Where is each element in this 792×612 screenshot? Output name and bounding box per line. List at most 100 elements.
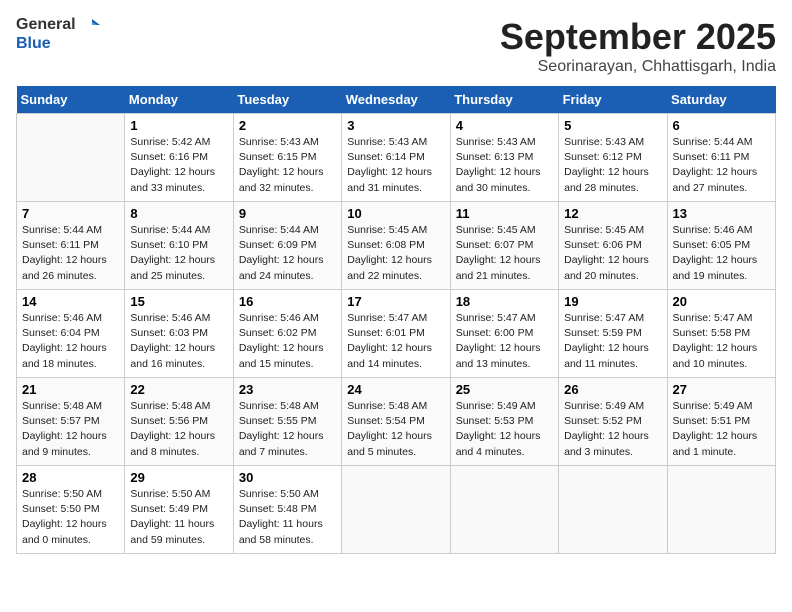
calendar-cell [450,466,558,554]
weekday-header-tuesday: Tuesday [233,86,341,114]
day-number: 3 [347,118,444,133]
day-number: 4 [456,118,553,133]
day-number: 10 [347,206,444,221]
weekday-header-sunday: Sunday [17,86,125,114]
day-detail: Sunrise: 5:50 AMSunset: 5:48 PMDaylight:… [239,488,323,546]
calendar-cell: 4 Sunrise: 5:43 AMSunset: 6:13 PMDayligh… [450,114,558,202]
calendar-cell: 19 Sunrise: 5:47 AMSunset: 5:59 PMDaylig… [559,290,667,378]
day-detail: Sunrise: 5:50 AMSunset: 5:50 PMDaylight:… [22,488,107,546]
calendar-cell: 10 Sunrise: 5:45 AMSunset: 6:08 PMDaylig… [342,202,450,290]
day-detail: Sunrise: 5:46 AMSunset: 6:03 PMDaylight:… [130,312,215,370]
day-detail: Sunrise: 5:44 AMSunset: 6:11 PMDaylight:… [673,136,758,194]
calendar-week-2: 7 Sunrise: 5:44 AMSunset: 6:11 PMDayligh… [17,202,776,290]
day-detail: Sunrise: 5:48 AMSunset: 5:57 PMDaylight:… [22,400,107,458]
day-number: 22 [130,382,227,397]
day-number: 30 [239,470,336,485]
calendar-cell: 27 Sunrise: 5:49 AMSunset: 5:51 PMDaylig… [667,378,775,466]
calendar-cell: 2 Sunrise: 5:43 AMSunset: 6:15 PMDayligh… [233,114,341,202]
day-number: 13 [673,206,770,221]
day-detail: Sunrise: 5:44 AMSunset: 6:10 PMDaylight:… [130,224,215,282]
day-number: 23 [239,382,336,397]
day-number: 17 [347,294,444,309]
day-detail: Sunrise: 5:49 AMSunset: 5:53 PMDaylight:… [456,400,541,458]
day-number: 29 [130,470,227,485]
calendar-cell: 14 Sunrise: 5:46 AMSunset: 6:04 PMDaylig… [17,290,125,378]
subtitle: Seorinarayan, Chhattisgarh, India [500,58,776,76]
calendar-cell: 29 Sunrise: 5:50 AMSunset: 5:49 PMDaylig… [125,466,233,554]
calendar-week-1: 1 Sunrise: 5:42 AMSunset: 6:16 PMDayligh… [17,114,776,202]
calendar-cell: 5 Sunrise: 5:43 AMSunset: 6:12 PMDayligh… [559,114,667,202]
day-number: 28 [22,470,119,485]
day-detail: Sunrise: 5:44 AMSunset: 6:09 PMDaylight:… [239,224,324,282]
day-number: 26 [564,382,661,397]
weekday-header-monday: Monday [125,86,233,114]
day-number: 25 [456,382,553,397]
calendar-cell: 11 Sunrise: 5:45 AMSunset: 6:07 PMDaylig… [450,202,558,290]
weekday-header-wednesday: Wednesday [342,86,450,114]
title-section: September 2025 Seorinarayan, Chhattisgar… [500,16,776,76]
calendar-cell: 25 Sunrise: 5:49 AMSunset: 5:53 PMDaylig… [450,378,558,466]
calendar-cell: 26 Sunrise: 5:49 AMSunset: 5:52 PMDaylig… [559,378,667,466]
day-number: 1 [130,118,227,133]
day-detail: Sunrise: 5:47 AMSunset: 6:01 PMDaylight:… [347,312,432,370]
weekday-header-friday: Friday [559,86,667,114]
day-number: 20 [673,294,770,309]
calendar-cell: 18 Sunrise: 5:47 AMSunset: 6:00 PMDaylig… [450,290,558,378]
day-number: 9 [239,206,336,221]
calendar-cell: 21 Sunrise: 5:48 AMSunset: 5:57 PMDaylig… [17,378,125,466]
day-detail: Sunrise: 5:46 AMSunset: 6:02 PMDaylight:… [239,312,324,370]
calendar-cell: 6 Sunrise: 5:44 AMSunset: 6:11 PMDayligh… [667,114,775,202]
calendar-cell: 12 Sunrise: 5:45 AMSunset: 6:06 PMDaylig… [559,202,667,290]
weekday-header-row: SundayMondayTuesdayWednesdayThursdayFrid… [17,86,776,114]
calendar-cell: 30 Sunrise: 5:50 AMSunset: 5:48 PMDaylig… [233,466,341,554]
day-number: 5 [564,118,661,133]
month-title: September 2025 [500,16,776,58]
calendar-cell: 17 Sunrise: 5:47 AMSunset: 6:01 PMDaylig… [342,290,450,378]
day-detail: Sunrise: 5:49 AMSunset: 5:52 PMDaylight:… [564,400,649,458]
calendar-week-5: 28 Sunrise: 5:50 AMSunset: 5:50 PMDaylig… [17,466,776,554]
weekday-header-saturday: Saturday [667,86,775,114]
day-detail: Sunrise: 5:48 AMSunset: 5:56 PMDaylight:… [130,400,215,458]
day-number: 27 [673,382,770,397]
day-detail: Sunrise: 5:49 AMSunset: 5:51 PMDaylight:… [673,400,758,458]
calendar-cell: 3 Sunrise: 5:43 AMSunset: 6:14 PMDayligh… [342,114,450,202]
day-detail: Sunrise: 5:47 AMSunset: 6:00 PMDaylight:… [456,312,541,370]
calendar-cell: 8 Sunrise: 5:44 AMSunset: 6:10 PMDayligh… [125,202,233,290]
day-number: 11 [456,206,553,221]
day-detail: Sunrise: 5:43 AMSunset: 6:12 PMDaylight:… [564,136,649,194]
day-number: 8 [130,206,227,221]
calendar-cell: 24 Sunrise: 5:48 AMSunset: 5:54 PMDaylig… [342,378,450,466]
calendar-cell [667,466,775,554]
calendar-week-3: 14 Sunrise: 5:46 AMSunset: 6:04 PMDaylig… [17,290,776,378]
header: General Blue September 2025 Seorinarayan… [16,16,776,76]
calendar-table: SundayMondayTuesdayWednesdayThursdayFrid… [16,86,776,554]
day-detail: Sunrise: 5:42 AMSunset: 6:16 PMDaylight:… [130,136,215,194]
day-detail: Sunrise: 5:48 AMSunset: 5:54 PMDaylight:… [347,400,432,458]
calendar-cell: 15 Sunrise: 5:46 AMSunset: 6:03 PMDaylig… [125,290,233,378]
calendar-cell: 1 Sunrise: 5:42 AMSunset: 6:16 PMDayligh… [125,114,233,202]
logo: General Blue [16,16,100,53]
day-detail: Sunrise: 5:43 AMSunset: 6:13 PMDaylight:… [456,136,541,194]
calendar-week-4: 21 Sunrise: 5:48 AMSunset: 5:57 PMDaylig… [17,378,776,466]
day-detail: Sunrise: 5:48 AMSunset: 5:55 PMDaylight:… [239,400,324,458]
day-detail: Sunrise: 5:43 AMSunset: 6:15 PMDaylight:… [239,136,324,194]
calendar-cell: 13 Sunrise: 5:46 AMSunset: 6:05 PMDaylig… [667,202,775,290]
day-number: 2 [239,118,336,133]
day-number: 15 [130,294,227,309]
calendar-cell [17,114,125,202]
day-detail: Sunrise: 5:44 AMSunset: 6:11 PMDaylight:… [22,224,107,282]
day-detail: Sunrise: 5:45 AMSunset: 6:08 PMDaylight:… [347,224,432,282]
day-detail: Sunrise: 5:50 AMSunset: 5:49 PMDaylight:… [130,488,214,546]
calendar-cell: 22 Sunrise: 5:48 AMSunset: 5:56 PMDaylig… [125,378,233,466]
day-number: 14 [22,294,119,309]
logo-blue: Blue [16,35,51,52]
day-number: 18 [456,294,553,309]
calendar-cell: 23 Sunrise: 5:48 AMSunset: 5:55 PMDaylig… [233,378,341,466]
calendar-cell [342,466,450,554]
day-number: 21 [22,382,119,397]
logo-bird-icon [82,16,100,34]
day-detail: Sunrise: 5:47 AMSunset: 5:58 PMDaylight:… [673,312,758,370]
day-detail: Sunrise: 5:43 AMSunset: 6:14 PMDaylight:… [347,136,432,194]
calendar-cell: 16 Sunrise: 5:46 AMSunset: 6:02 PMDaylig… [233,290,341,378]
calendar-cell: 7 Sunrise: 5:44 AMSunset: 6:11 PMDayligh… [17,202,125,290]
